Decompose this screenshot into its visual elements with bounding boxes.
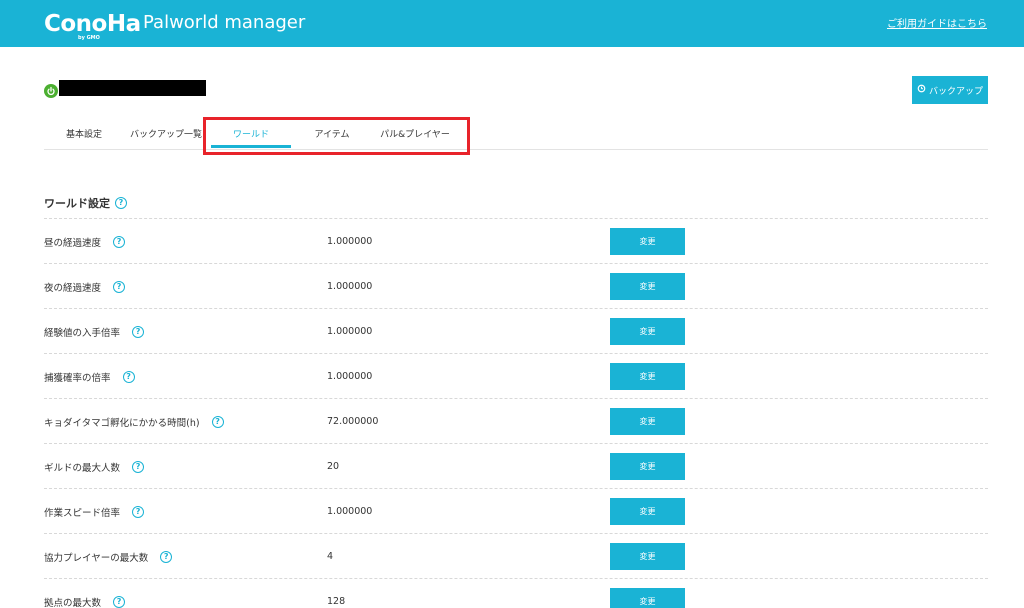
setting-label: キョダイタマゴ孵化にかかる時間(h) ? (44, 415, 224, 429)
setting-row-base-max: 拠点の最大数 ? 128 変更 (44, 578, 988, 608)
setting-label: 協力プレイヤーの最大数 ? (44, 550, 173, 564)
setting-value: 1.000000 (327, 236, 373, 247)
setting-row-day-speed: 昼の経過速度 ? 1.000000 変更 (44, 218, 988, 263)
setting-label: 経験値の入手倍率 ? (44, 325, 145, 339)
setting-label-text: キョダイタマゴ孵化にかかる時間(h) (44, 418, 200, 429)
setting-label-text: 昼の経過速度 (44, 238, 102, 249)
tab-basic-settings[interactable]: 基本設定 (54, 118, 114, 150)
help-icon[interactable]: ? (132, 326, 145, 338)
setting-label: 捕獲確率の倍率 ? (44, 370, 135, 384)
setting-label-text: 捕獲確率の倍率 (44, 373, 111, 384)
help-icon[interactable]: ? (113, 236, 126, 248)
change-button[interactable]: 変更 (610, 498, 685, 525)
setting-row-work-speed: 作業スピード倍率 ? 1.000000 変更 (44, 488, 988, 533)
help-icon[interactable]: ? (211, 416, 224, 428)
setting-label-text: 拠点の最大数 (44, 598, 102, 608)
setting-row-egg-hatch-time: キョダイタマゴ孵化にかかる時間(h) ? 72.000000 変更 (44, 398, 988, 443)
setting-row-coop-max: 協力プレイヤーの最大数 ? 4 変更 (44, 533, 988, 578)
setting-value: 4 (327, 551, 334, 562)
conoha-logo[interactable]: ConoHa by GMO (44, 7, 141, 41)
setting-label-text: 経験値の入手倍率 (44, 328, 121, 339)
setting-value: 1.000000 (327, 371, 373, 382)
change-button[interactable]: 変更 (610, 543, 685, 570)
help-icon[interactable]: ? (113, 596, 126, 608)
help-icon[interactable]: ? (115, 197, 127, 209)
change-button[interactable]: 変更 (610, 408, 685, 435)
world-settings-list: 昼の経過速度 ? 1.000000 変更 夜の経過速度 ? 1.000000 変… (44, 218, 988, 608)
setting-label: 作業スピード倍率 ? (44, 505, 145, 519)
setting-value: 1.000000 (327, 281, 373, 292)
backup-icon (917, 84, 926, 96)
guide-link[interactable]: ご利用ガイドはこちら (887, 15, 987, 30)
change-button[interactable]: 変更 (610, 228, 685, 255)
setting-label-text: ギルドの最大人数 (44, 463, 121, 474)
tab-backup-list-label: バックアップ一覧 (129, 130, 202, 140)
setting-value: 1.000000 (327, 506, 373, 517)
setting-value: 20 (327, 461, 340, 472)
setting-row-guild-max: ギルドの最大人数 ? 20 変更 (44, 443, 988, 488)
setting-label: 拠点の最大数 ? (44, 595, 126, 608)
backup-button[interactable]: バックアップ (912, 76, 988, 104)
section-title-text: ワールド設定 (44, 197, 110, 210)
change-button[interactable]: 変更 (610, 453, 685, 480)
setting-value: 1.000000 (327, 326, 373, 337)
setting-row-night-speed: 夜の経過速度 ? 1.000000 変更 (44, 263, 988, 308)
help-icon[interactable]: ? (132, 461, 145, 473)
change-button[interactable]: 変更 (610, 318, 685, 345)
tab-bar: 基本設定 バックアップ一覧 ワールド アイテム パル&プレイヤー (44, 118, 988, 150)
server-name-row (44, 78, 206, 98)
setting-label-text: 協力プレイヤーの最大数 (44, 553, 149, 564)
setting-value: 128 (327, 596, 346, 607)
tab-backup-list[interactable]: バックアップ一覧 (122, 118, 210, 150)
setting-value: 72.000000 (327, 416, 379, 427)
app-title: Palworld manager (143, 12, 306, 33)
power-icon (44, 84, 58, 98)
section-title: ワールド設定 ? (44, 195, 127, 211)
setting-label-text: 作業スピード倍率 (44, 508, 121, 519)
change-button[interactable]: 変更 (610, 273, 685, 300)
setting-row-capture-rate: 捕獲確率の倍率 ? 1.000000 変更 (44, 353, 988, 398)
setting-row-exp-rate: 経験値の入手倍率 ? 1.000000 変更 (44, 308, 988, 353)
top-header: ConoHa by GMO Palworld manager ご利用ガイドはこち… (0, 0, 1024, 47)
setting-label-text: 夜の経過速度 (44, 283, 102, 294)
logo-subtext: by GMO (78, 35, 100, 41)
change-button[interactable]: 変更 (610, 363, 685, 390)
help-icon[interactable]: ? (132, 506, 145, 518)
setting-label: ギルドの最大人数 ? (44, 460, 145, 474)
highlight-annotation-box (203, 117, 470, 155)
help-icon[interactable]: ? (160, 551, 173, 563)
server-name-redacted (59, 80, 206, 96)
help-icon[interactable]: ? (113, 281, 126, 293)
backup-label: バックアップ (928, 86, 983, 97)
help-icon[interactable]: ? (122, 371, 135, 383)
change-button[interactable]: 変更 (610, 588, 685, 608)
setting-label: 夜の経過速度 ? (44, 280, 126, 294)
setting-label: 昼の経過速度 ? (44, 235, 126, 249)
